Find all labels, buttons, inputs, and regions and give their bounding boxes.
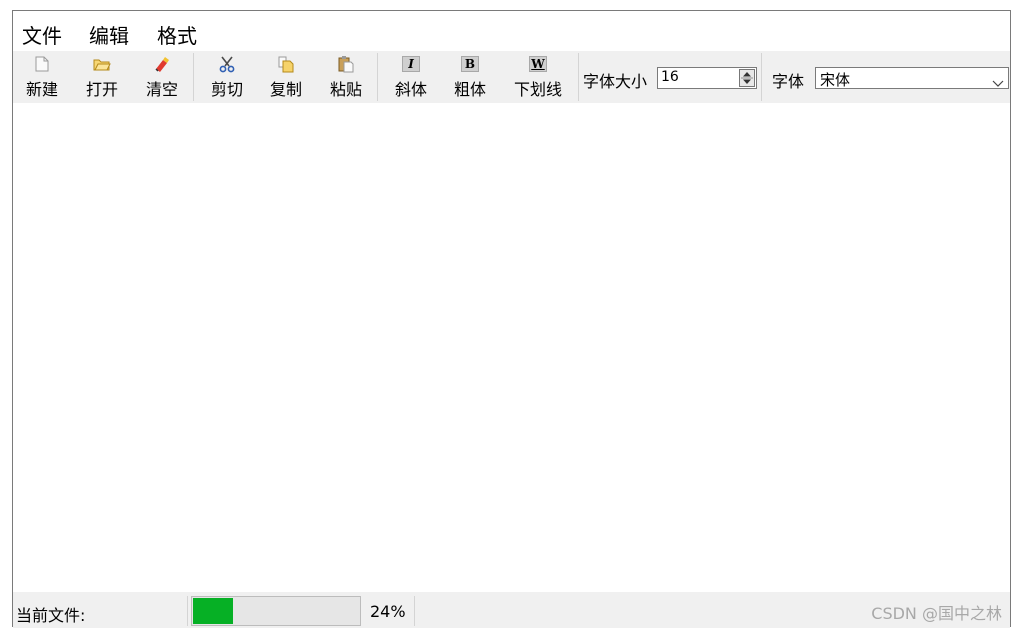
menu-format[interactable]: 格式: [157, 20, 197, 49]
bold-glyph: B: [461, 56, 479, 72]
paste-icon: [338, 53, 354, 75]
font-size-value: 16: [661, 69, 679, 85]
paste-button-label: 粘贴: [329, 80, 362, 99]
italic-button[interactable]: I 斜体: [391, 51, 431, 103]
current-file-label: 当前文件:: [16, 606, 86, 625]
copy-button[interactable]: 复制: [266, 51, 306, 103]
spin-buttons[interactable]: [739, 69, 755, 87]
progress-text: 24%: [370, 602, 406, 621]
font-combobox[interactable]: 宋体: [815, 67, 1009, 89]
progress-fill: [193, 598, 233, 624]
copy-icon: [278, 53, 294, 75]
main-window: 文件 编辑 格式 新建 打开 清空 剪切 复制 粘贴 I 斜体 B 粗体 W 下…: [12, 10, 1011, 628]
font-value: 宋体: [820, 71, 851, 89]
font-size-spinbox[interactable]: 16: [657, 67, 757, 89]
eraser-icon: [154, 53, 170, 75]
toolbar: 新建 打开 清空 剪切 复制 粘贴 I 斜体 B 粗体 W 下划线 字体大小 1…: [13, 51, 1010, 103]
progress-bar: [191, 596, 361, 626]
open-button[interactable]: 打开: [82, 51, 122, 103]
clear-button[interactable]: 清空: [142, 51, 182, 103]
font-size-label: 字体大小: [583, 72, 648, 91]
toolbar-separator: [193, 53, 194, 101]
font-label: 字体: [772, 72, 805, 91]
bold-icon: B: [461, 53, 479, 75]
text-editor[interactable]: [13, 103, 1010, 590]
clear-button-label: 清空: [145, 80, 178, 99]
new-button[interactable]: 新建: [22, 51, 62, 103]
new-file-icon: [35, 53, 49, 75]
status-separator: [414, 596, 415, 626]
underline-button-label: 下划线: [513, 80, 562, 99]
italic-button-label: 斜体: [394, 80, 427, 99]
watermark: CSDN @国中之林: [871, 604, 1002, 623]
bold-button[interactable]: B 粗体: [450, 51, 490, 103]
bold-button-label: 粗体: [453, 80, 486, 99]
toolbar-separator: [578, 53, 579, 101]
menu-edit[interactable]: 编辑: [89, 20, 129, 49]
status-separator: [187, 596, 188, 626]
italic-icon: I: [402, 53, 420, 75]
underline-button[interactable]: W 下划线: [510, 51, 566, 103]
scissors-icon: [218, 53, 236, 75]
paste-button[interactable]: 粘贴: [326, 51, 366, 103]
toolbar-separator: [377, 53, 378, 101]
chevron-down-icon[interactable]: [992, 73, 1004, 92]
copy-button-label: 复制: [269, 80, 302, 99]
open-folder-icon: [93, 53, 111, 75]
status-bar: 当前文件: 24% CSDN @国中之林: [13, 592, 1010, 628]
menu-file[interactable]: 文件: [22, 20, 62, 49]
underline-icon: W: [529, 53, 547, 75]
underline-glyph: W: [529, 56, 547, 72]
toolbar-separator: [761, 53, 762, 101]
open-button-label: 打开: [85, 80, 118, 99]
menu-bar: 文件 编辑 格式: [13, 11, 1010, 51]
cut-button[interactable]: 剪切: [207, 51, 247, 103]
cut-button-label: 剪切: [210, 80, 243, 99]
italic-glyph: I: [402, 56, 420, 72]
new-button-label: 新建: [25, 80, 58, 99]
